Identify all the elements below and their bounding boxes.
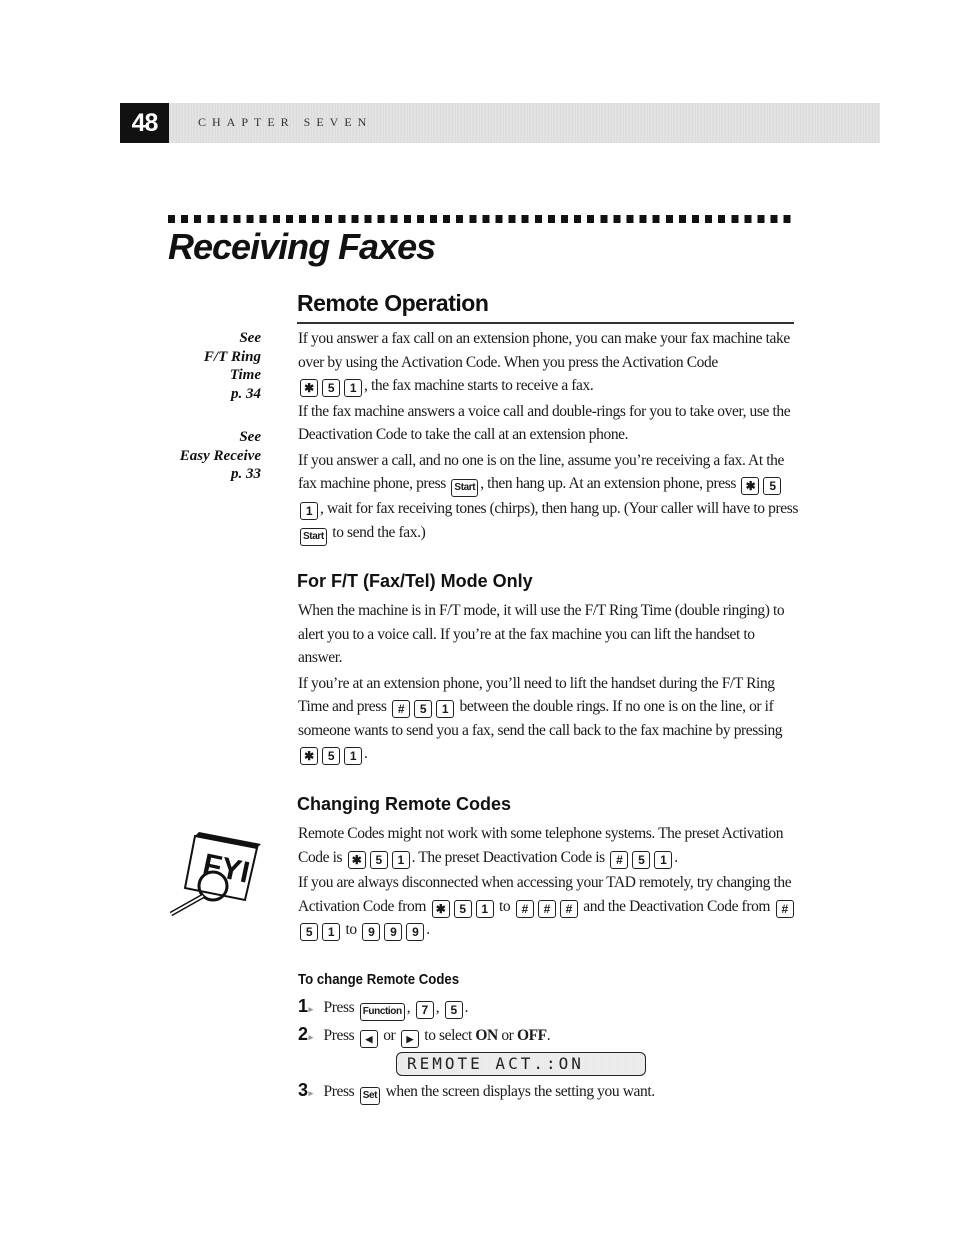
five-key-icon: 5 (322, 747, 340, 765)
fyi-magnifier-icon: FYI (169, 832, 261, 917)
page-number: 48 (120, 103, 169, 143)
lcd-display: REMOTE ACT.:ON (396, 1052, 646, 1076)
seven-key-icon: 7 (415, 1001, 434, 1019)
one-key-icon: 1 (300, 502, 318, 520)
text: to select (424, 1027, 472, 1044)
star-key-icon: ✱ (300, 747, 318, 765)
function-key-icon: Function (359, 1003, 405, 1021)
paragraph: Remote Codes might not work with some te… (298, 822, 798, 869)
section-heading-remote-operation: Remote Operation (297, 290, 489, 316)
hash-key-icon: # (537, 899, 556, 918)
paragraph: If you answer a call, and no one is on t… (298, 449, 798, 546)
five-key-icon: 5 (322, 379, 340, 397)
changing-codes-body: Remote Codes might not work with some te… (298, 822, 798, 944)
text: If you answer a fax call on an extension… (298, 330, 790, 371)
margin-note-line: Easy Receive (179, 447, 261, 464)
text: or (501, 1027, 514, 1044)
page-title: Receiving Faxes (168, 226, 436, 267)
one-key-icon: 1 (436, 700, 455, 718)
text: . (546, 1027, 551, 1044)
step-number: 3 (298, 1080, 320, 1101)
margin-note-easy-receive: See Easy Receive p. 33 (180, 428, 261, 484)
hash-key-icon: # (392, 700, 411, 718)
text: to (499, 897, 511, 915)
margin-note-line: Time (229, 367, 261, 383)
text: . The preset Deactivation Code is (411, 848, 606, 866)
set-key-icon: Set (359, 1087, 381, 1105)
nine-key-icon: 9 (406, 923, 425, 941)
five-key-icon: 5 (369, 850, 388, 869)
off-option: OFF (516, 1027, 547, 1044)
step-number: 2 (298, 1024, 320, 1045)
ft-mode-body: When the machine is in F/T mode, it will… (298, 599, 798, 768)
one-key-icon: 1 (344, 747, 362, 765)
five-key-icon: 5 (444, 1001, 463, 1019)
text: , (406, 999, 411, 1016)
text: to (345, 921, 357, 938)
step-2: 2 Press ◀ or ▶ to select ON or OFF. (298, 1024, 551, 1048)
hash-key-icon: # (775, 899, 794, 918)
text: and the Deactivation Code from (583, 897, 771, 915)
paragraph: If you’re at an extension phone, you’ll … (298, 672, 798, 766)
start-key-icon: Start (451, 479, 479, 497)
margin-note-line: p. 34 (231, 385, 261, 402)
text: , then hang up. At an extension phone, p… (480, 475, 736, 492)
subheading-to-change-codes: To change Remote Codes (298, 971, 460, 988)
text: , (435, 999, 440, 1016)
left-arrow-key-icon: ◀ (359, 1030, 378, 1048)
one-key-icon: 1 (654, 850, 673, 869)
star-key-icon: ✱ (347, 850, 366, 869)
on-option: ON (475, 1027, 498, 1044)
paragraph: If you answer a fax call on an extension… (298, 327, 798, 398)
paragraph: When the machine is in F/T mode, it will… (298, 602, 785, 666)
section-heading-changing-codes: Changing Remote Codes (297, 794, 512, 814)
text: Press (323, 1083, 355, 1100)
nine-key-icon: 9 (384, 923, 403, 941)
five-key-icon: 5 (300, 923, 318, 941)
remote-operation-body: If you answer a fax call on an extension… (298, 327, 798, 548)
margin-note-line: p. 33 (231, 466, 261, 482)
chapter-label: CHAPTER SEVEN (198, 115, 373, 129)
five-key-icon: 5 (453, 899, 472, 918)
hash-key-icon: # (515, 899, 534, 918)
text: Press (323, 1027, 355, 1044)
right-arrow-key-icon: ▶ (400, 1030, 419, 1048)
five-key-icon: 5 (763, 477, 782, 495)
section-heading-ft-mode: For F/T (Fax/Tel) Mode Only (297, 571, 533, 591)
start-key-icon: Start (300, 527, 327, 546)
five-key-icon: 5 (414, 700, 433, 718)
text: or (383, 1027, 396, 1044)
margin-note-ft-ring-time: See F/T Ring Time p. 34 (204, 329, 261, 403)
one-key-icon: 1 (344, 379, 362, 397)
one-key-icon: 1 (391, 850, 410, 869)
heading-rule (297, 322, 794, 324)
margin-note-line: See (239, 429, 261, 445)
step-3: 3 Press Set when the screen displays the… (298, 1080, 655, 1105)
text: Press (323, 999, 355, 1016)
star-key-icon: ✱ (741, 477, 760, 495)
margin-note-line: See (239, 330, 261, 346)
one-key-icon: 1 (475, 899, 494, 918)
text: . (464, 999, 469, 1016)
text: when the screen displays the setting you… (385, 1083, 656, 1100)
dotted-divider (168, 215, 796, 223)
text: to send the fax.) (332, 523, 426, 541)
one-key-icon: 1 (322, 923, 340, 941)
step-1: 1 Press Function, 7, 5. (298, 996, 469, 1021)
paragraph: If you are always disconnected when acce… (298, 871, 798, 942)
hash-key-icon: # (559, 899, 578, 918)
text: . (426, 921, 430, 938)
margin-note-line: F/T Ring (203, 348, 261, 365)
text: . (674, 848, 678, 866)
step-number: 1 (298, 996, 320, 1017)
star-key-icon: ✱ (431, 899, 450, 918)
text: . (364, 745, 368, 762)
paragraph: If the fax machine answers a voice call … (298, 402, 791, 444)
nine-key-icon: 9 (362, 923, 381, 941)
five-key-icon: 5 (632, 850, 651, 869)
hash-key-icon: # (610, 850, 629, 869)
text: , the fax machine starts to receive a fa… (364, 377, 594, 394)
star-key-icon: ✱ (300, 379, 318, 397)
text: , wait for fax receiving tones (chirps),… (320, 500, 798, 517)
